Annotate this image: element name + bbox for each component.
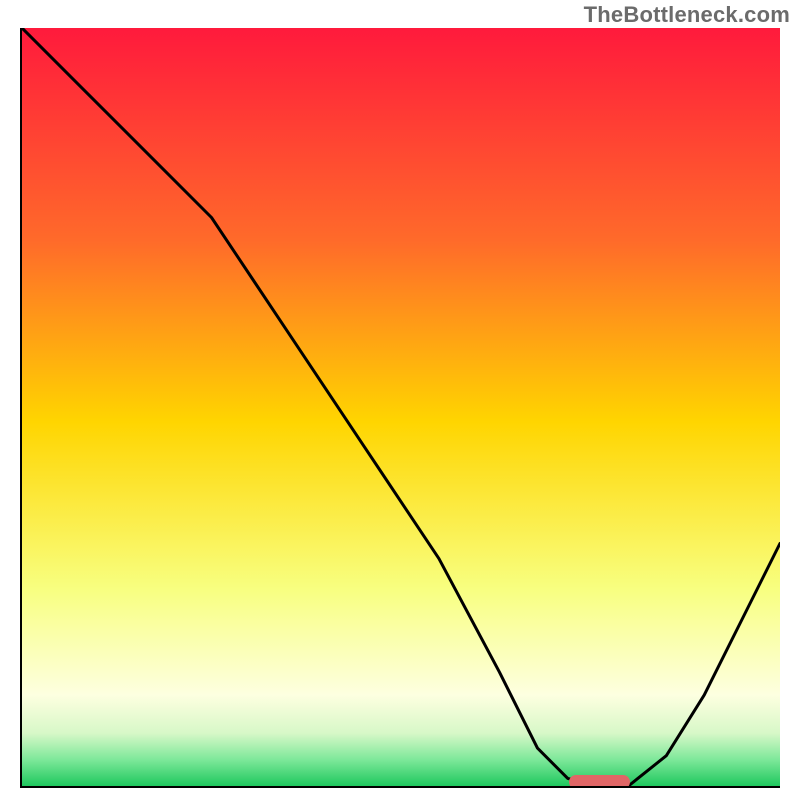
optimal-range-marker	[569, 775, 630, 788]
chart-container: TheBottleneck.com	[0, 0, 800, 800]
bottleneck-curve	[22, 28, 780, 786]
watermark-text: TheBottleneck.com	[584, 2, 790, 28]
plot-area	[20, 28, 780, 788]
